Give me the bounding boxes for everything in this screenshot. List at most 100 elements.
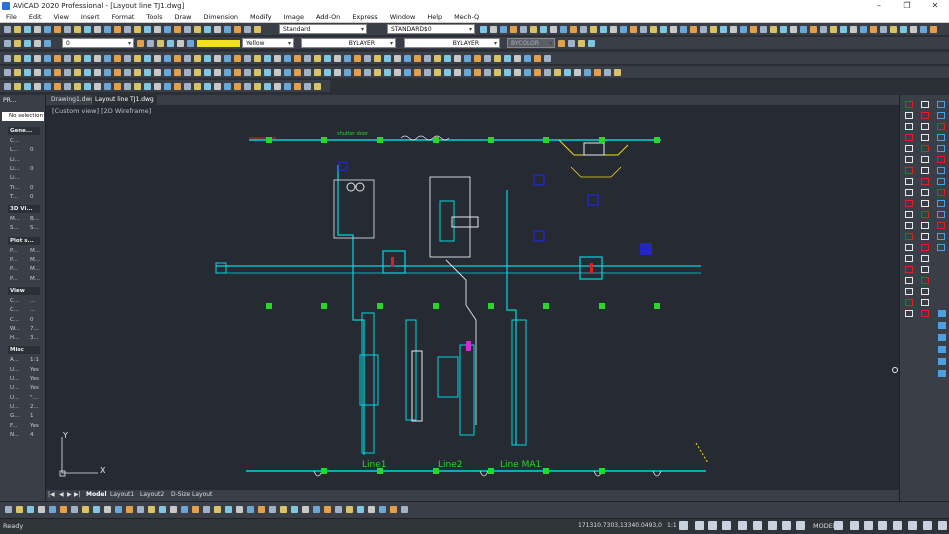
toolbar-tool-icon[interactable]	[900, 26, 907, 33]
toolbar-tool-icon[interactable]	[157, 40, 164, 47]
toolbar-tool-icon[interactable]	[54, 83, 61, 90]
draw-tool-icon[interactable]	[921, 200, 929, 207]
property-row[interactable]: N... 4	[10, 431, 44, 440]
bottom-tool-icon[interactable]	[379, 506, 386, 513]
draw-tool-icon[interactable]	[905, 101, 913, 108]
toolbar-tool-icon[interactable]	[134, 83, 141, 90]
toolbar-tool-icon[interactable]	[304, 69, 311, 76]
toolbar-tool-icon[interactable]	[890, 26, 897, 33]
toolbar-tool-icon[interactable]	[770, 26, 777, 33]
bottom-tool-icon[interactable]	[148, 506, 155, 513]
toolbar-tool-icon[interactable]	[114, 69, 121, 76]
toolbar-tool-icon[interactable]	[434, 55, 441, 62]
toolbar-tool-icon[interactable]	[294, 83, 301, 90]
draw-tool-icon[interactable]	[905, 310, 913, 317]
toolbar-tool-icon[interactable]	[690, 26, 697, 33]
toolbar-tool-icon[interactable]	[164, 26, 171, 33]
toolbar-tool-icon[interactable]	[334, 69, 341, 76]
draw-tool-icon[interactable]	[921, 310, 929, 317]
toolbar-tool-icon[interactable]	[504, 55, 511, 62]
status-toggle-icon[interactable]	[695, 521, 704, 530]
toolbar-tool-icon[interactable]	[134, 26, 141, 33]
toolbar-tool-icon[interactable]	[34, 55, 41, 62]
toolbar-tool-icon[interactable]	[680, 26, 687, 33]
toolbar-tool-icon[interactable]	[860, 26, 867, 33]
layer-select[interactable]: 0	[62, 38, 134, 49]
property-row[interactable]: Tr... 0	[10, 184, 44, 193]
toolbar-tool-icon[interactable]	[174, 26, 181, 33]
draw-tool-icon[interactable]	[905, 244, 913, 251]
status-toggle-icon[interactable]	[768, 521, 777, 530]
minimize-button[interactable]: –	[865, 0, 893, 12]
draw-tool-icon[interactable]	[905, 299, 913, 306]
toolbar-tool-icon[interactable]	[234, 69, 241, 76]
toolbar-tool-icon[interactable]	[660, 26, 667, 33]
toolbar-tool-icon[interactable]	[474, 55, 481, 62]
toolbar-tool-icon[interactable]	[810, 26, 817, 33]
draw-tool-icon[interactable]	[937, 178, 945, 185]
toolbar-tool-icon[interactable]	[464, 55, 471, 62]
toolbar-tool-icon[interactable]	[104, 83, 111, 90]
property-row[interactable]: W... 7...	[10, 325, 44, 334]
draw-tool-icon[interactable]	[937, 134, 945, 141]
property-row[interactable]: A... 1:1	[10, 356, 44, 365]
toolbar-tool-icon[interactable]	[554, 69, 561, 76]
property-row[interactable]: Li...	[10, 156, 44, 165]
toolbar-tool-icon[interactable]	[568, 40, 575, 47]
toolbar-tool-icon[interactable]	[424, 69, 431, 76]
toolbar-tool-icon[interactable]	[184, 69, 191, 76]
toolbar-tool-icon[interactable]	[730, 26, 737, 33]
view-tool-icon[interactable]	[938, 322, 946, 329]
draw-tool-icon[interactable]	[937, 167, 945, 174]
bottom-tool-icon[interactable]	[280, 506, 287, 513]
layout-first-button[interactable]: |◀	[48, 491, 55, 498]
toolbar-tool-icon[interactable]	[244, 83, 251, 90]
menu-mech-q[interactable]: Mech-Q	[454, 13, 479, 21]
toolbar-tool-icon[interactable]	[740, 26, 747, 33]
bottom-tool-icon[interactable]	[214, 506, 221, 513]
bottom-tool-icon[interactable]	[313, 506, 320, 513]
toolbar-tool-icon[interactable]	[14, 69, 21, 76]
toolbar-tool-icon[interactable]	[224, 69, 231, 76]
draw-tool-icon[interactable]	[905, 255, 913, 262]
toolbar-tool-icon[interactable]	[164, 83, 171, 90]
toolbar-tool-icon[interactable]	[194, 83, 201, 90]
status-toggle-icon[interactable]	[796, 521, 805, 530]
toolbar-tool-icon[interactable]	[104, 69, 111, 76]
menu-draw[interactable]: Draw	[175, 13, 192, 21]
property-row[interactable]: U... Yes	[10, 384, 44, 393]
lineweight-select[interactable]: BYLAYER	[404, 38, 500, 49]
status-toggle-icon[interactable]	[782, 521, 791, 530]
toolbar-tool-icon[interactable]	[4, 26, 11, 33]
toolbar-tool-icon[interactable]	[514, 55, 521, 62]
layout-prev-button[interactable]: ◀	[59, 491, 64, 498]
toolbar-tool-icon[interactable]	[510, 26, 517, 33]
toolbar-tool-icon[interactable]	[4, 55, 11, 62]
toolbar-tool-icon[interactable]	[154, 55, 161, 62]
toolbar-tool-icon[interactable]	[294, 55, 301, 62]
draw-tool-icon[interactable]	[905, 112, 913, 119]
toolbar-tool-icon[interactable]	[204, 69, 211, 76]
draw-tool-icon[interactable]	[905, 266, 913, 273]
draw-tool-icon[interactable]	[937, 145, 945, 152]
bottom-tool-icon[interactable]	[170, 506, 177, 513]
draw-tool-icon[interactable]	[937, 211, 945, 218]
draw-tool-icon[interactable]	[937, 222, 945, 229]
toolbar-tool-icon[interactable]	[454, 69, 461, 76]
toolbar-tool-icon[interactable]	[304, 83, 311, 90]
toolbar-tool-icon[interactable]	[254, 83, 261, 90]
toolbar-tool-icon[interactable]	[214, 55, 221, 62]
toolbar-tool-icon[interactable]	[284, 83, 291, 90]
toolbar-tool-icon[interactable]	[54, 26, 61, 33]
close-button[interactable]: ✕	[921, 0, 949, 12]
toolbar-tool-icon[interactable]	[134, 69, 141, 76]
toolbar-tool-icon[interactable]	[174, 55, 181, 62]
toolbar-tool-icon[interactable]	[364, 55, 371, 62]
toolbar-tool-icon[interactable]	[910, 26, 917, 33]
toolbar-tool-icon[interactable]	[54, 55, 61, 62]
property-row[interactable]: Li...	[10, 174, 44, 183]
status-toggle-icon[interactable]	[753, 521, 762, 530]
toolbar-tool-icon[interactable]	[530, 26, 537, 33]
toolbar-tool-icon[interactable]	[294, 69, 301, 76]
toolbar-tool-icon[interactable]	[124, 69, 131, 76]
